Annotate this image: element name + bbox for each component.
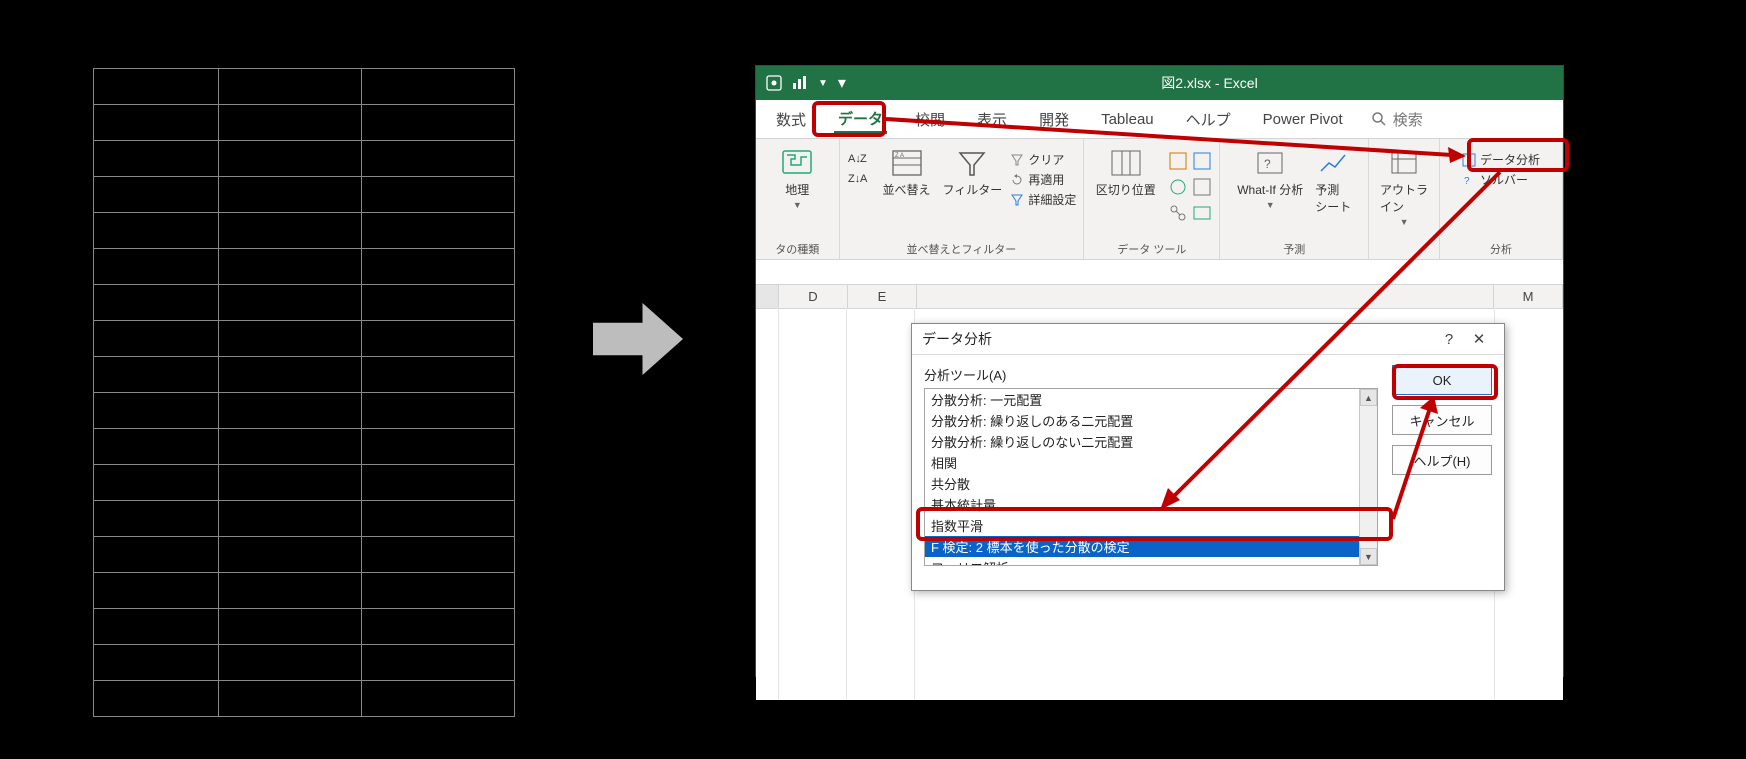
guide-arrows — [0, 0, 1746, 759]
